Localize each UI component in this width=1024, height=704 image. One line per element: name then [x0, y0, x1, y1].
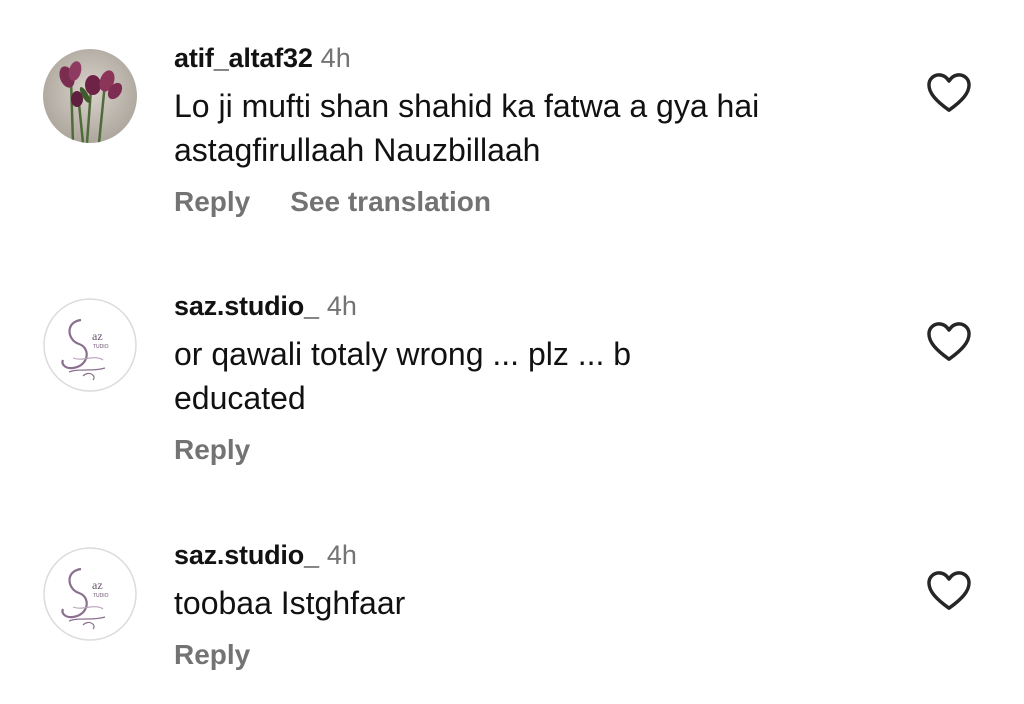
saz-studio-logo-avatar-icon: az TUDIO: [43, 298, 137, 392]
reply-button[interactable]: Reply: [174, 434, 250, 465]
timestamp: 4h: [326, 291, 357, 321]
comment-actions: Reply: [174, 637, 894, 673]
logo-subtext: TUDIO: [93, 344, 109, 350]
logo-subtext: TUDIO: [93, 593, 109, 599]
heart-outline-icon[interactable]: [926, 72, 972, 114]
comment-text-line: astagfirullaah Nauzbillaah: [174, 132, 541, 168]
heart-outline-icon[interactable]: [926, 570, 972, 612]
username[interactable]: saz.studio_: [174, 291, 319, 321]
comment-body: atif_altaf32 4h Lo ji mufti shan shahid k…: [174, 42, 894, 220]
logo-text: az: [92, 578, 103, 592]
comment-body: saz.studio_ 4h toobaa Istghfaar Reply: [174, 539, 894, 673]
username[interactable]: saz.studio_: [174, 540, 319, 570]
comment-text-line: toobaa Istghfaar: [174, 585, 406, 621]
comment-meta: atif_altaf32 4h: [174, 42, 894, 74]
comment-item: atif_altaf32 4h Lo ji mufti shan shahid k…: [0, 0, 1024, 250]
comment-text-line: or qawali totaly wrong ... plz ... b: [174, 336, 632, 372]
saz-studio-logo-avatar-icon: az TUDIO: [43, 547, 137, 641]
comment-item: az TUDIO saz.studio_ 4h or qawali totaly …: [0, 250, 1024, 500]
comment-text-line: educated: [174, 380, 306, 416]
comment-text-line: Lo ji mufti shan shahid ka fatwa a gya h…: [174, 88, 760, 124]
comment-text: or qawali totaly wrong ... plz ... b edu…: [174, 332, 894, 420]
comment-text: toobaa Istghfaar: [174, 581, 894, 625]
logo-text: az: [92, 329, 103, 343]
see-translation-button[interactable]: See translation: [290, 186, 491, 217]
avatar[interactable]: az TUDIO: [43, 298, 137, 392]
comment-meta: saz.studio_ 4h: [174, 290, 894, 322]
comment-body: saz.studio_ 4h or qawali totaly wrong ...…: [174, 290, 894, 468]
comment-item: az TUDIO saz.studio_ 4h toobaa Istghfaar …: [0, 500, 1024, 704]
reply-button[interactable]: Reply: [174, 639, 250, 670]
reply-button[interactable]: Reply: [174, 186, 250, 217]
comment-meta: saz.studio_ 4h: [174, 539, 894, 571]
timestamp: 4h: [326, 540, 357, 570]
avatar[interactable]: [43, 49, 137, 143]
timestamp: 4h: [320, 43, 351, 73]
comment-actions: Reply See translation: [174, 184, 894, 220]
comment-actions: Reply: [174, 432, 894, 468]
username[interactable]: atif_altaf32: [174, 43, 313, 73]
comment-text: Lo ji mufti shan shahid ka fatwa a gya h…: [174, 84, 894, 172]
tulips-photo-avatar-icon: [43, 49, 137, 143]
avatar[interactable]: az TUDIO: [43, 547, 137, 641]
heart-outline-icon[interactable]: [926, 321, 972, 363]
